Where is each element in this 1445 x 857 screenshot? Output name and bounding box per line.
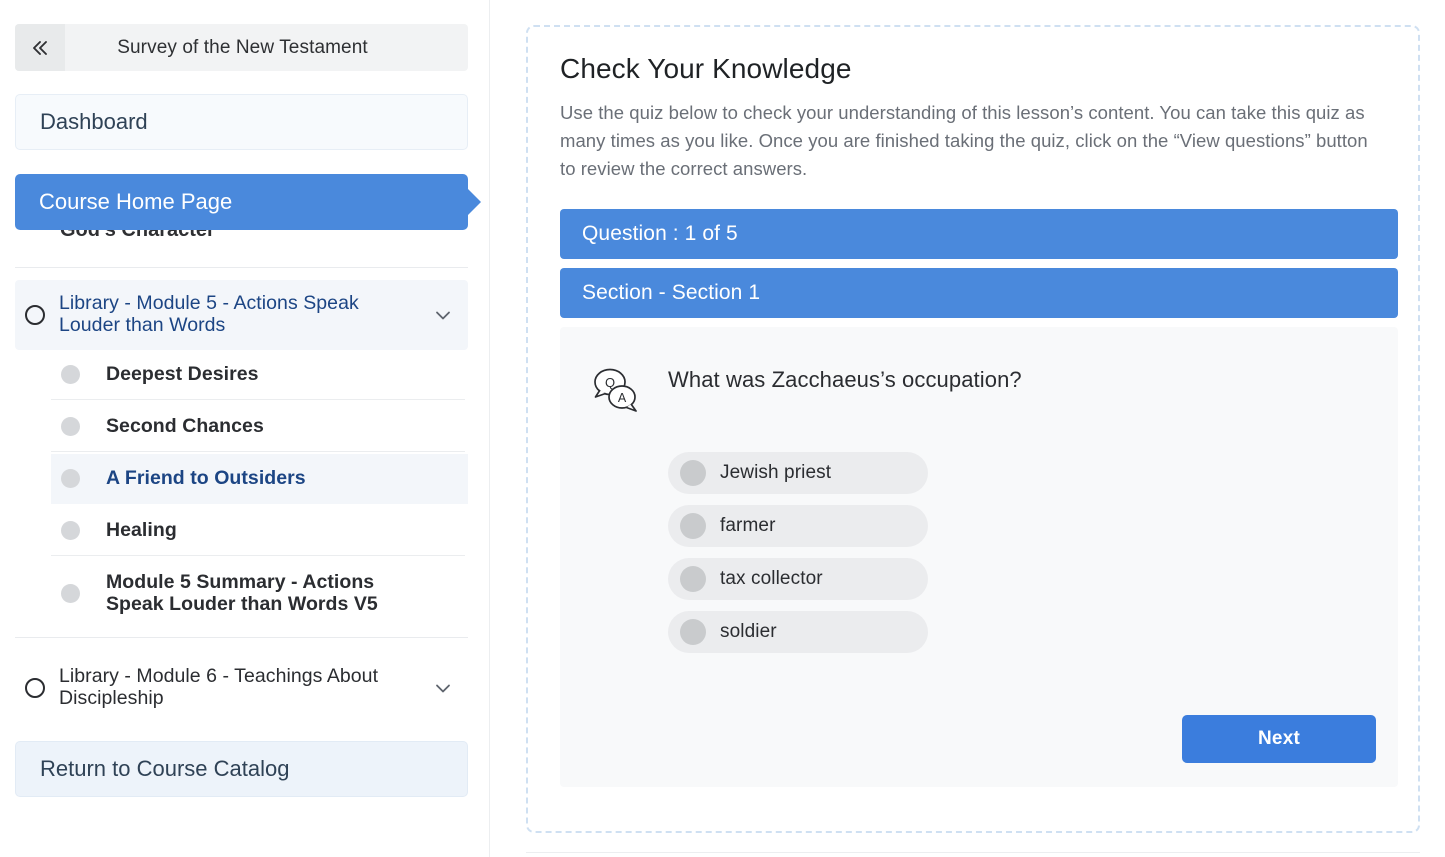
lesson-bullet-icon <box>61 469 80 488</box>
lesson-label: Module 5 Summary - Actions Speak Louder … <box>106 572 406 616</box>
answer-option[interactable]: soldier <box>668 611 928 653</box>
list-item-active[interactable]: A Friend to Outsiders <box>51 454 468 504</box>
section-banner: Section - Section 1 <box>560 268 1398 318</box>
answer-option[interactable]: tax collector <box>668 558 928 600</box>
chevron-down-icon[interactable] <box>432 677 454 699</box>
sidebar-module-6[interactable]: Library - Module 6 - Teachings About Dis… <box>15 653 468 723</box>
sidebar-item-dashboard[interactable]: Dashboard <box>15 94 468 150</box>
chevron-double-left-icon[interactable] <box>15 24 65 71</box>
question-header: Q A What was Zacchaeus’s occupation? <box>588 359 1370 422</box>
sidebar-divider <box>15 267 468 268</box>
question-progress-banner: Question : 1 of 5 <box>560 209 1398 259</box>
course-home-label: Course Home Page <box>39 189 232 215</box>
answer-option-label: farmer <box>720 515 776 537</box>
answer-option-label: tax collector <box>720 568 823 590</box>
course-title: Survey of the New Testament <box>65 37 468 59</box>
page-title: Check Your Knowledge <box>560 53 1386 85</box>
course-player-app: Survey of the New Testament Dashboard Go… <box>0 0 1445 857</box>
svg-text:A: A <box>618 391 627 405</box>
lesson-divider <box>51 451 465 452</box>
quiz-card: Q A What was Zacchaeus’s occupation? Jew… <box>560 327 1398 787</box>
lesson-bullet-icon <box>61 521 80 540</box>
lesson-bullet-icon <box>61 584 80 603</box>
lesson-content-panel: Check Your Knowledge Use the quiz below … <box>526 25 1420 833</box>
sidebar-module-5-label: Library - Module 5 - Actions Speak Loude… <box>59 293 422 337</box>
question-answer-bubbles-icon: Q A <box>588 361 644 422</box>
radio-icon[interactable] <box>680 513 706 539</box>
return-catalog-label: Return to Course Catalog <box>40 756 289 782</box>
lesson-label: Second Chances <box>106 416 264 438</box>
answer-option-label: soldier <box>720 621 777 643</box>
answer-option[interactable]: Jewish priest <box>668 452 928 494</box>
radio-icon[interactable] <box>680 619 706 645</box>
sidebar-item-course-home-page[interactable]: Course Home Page <box>15 174 468 230</box>
list-item[interactable]: Healing <box>51 506 468 556</box>
chevron-down-icon[interactable] <box>432 304 454 326</box>
lesson-bullet-icon <box>61 365 80 384</box>
radio-icon[interactable] <box>680 566 706 592</box>
sidebar-module-6-label: Library - Module 6 - Teachings About Dis… <box>59 666 422 710</box>
lesson-divider <box>51 555 465 556</box>
list-item[interactable]: Second Chances <box>51 402 468 452</box>
lesson-divider <box>51 399 465 400</box>
sidebar-divider <box>15 637 468 638</box>
course-header: Survey of the New Testament <box>15 24 468 71</box>
next-button[interactable]: Next <box>1182 715 1376 763</box>
course-sidebar: Survey of the New Testament Dashboard Go… <box>0 0 488 857</box>
dashboard-label: Dashboard <box>40 109 148 135</box>
sidebar-module-5[interactable]: Library - Module 5 - Actions Speak Loude… <box>15 280 468 350</box>
list-item[interactable]: Module 5 Summary - Actions Speak Louder … <box>51 558 468 630</box>
page-description: Use the quiz below to check your underst… <box>560 99 1386 183</box>
lesson-label: A Friend to Outsiders <box>106 468 306 490</box>
question-text: What was Zacchaeus’s occupation? <box>668 359 1022 393</box>
lesson-label: Healing <box>106 520 177 542</box>
lesson-label: Deepest Desires <box>106 364 259 386</box>
lesson-bullet-icon <box>61 417 80 436</box>
answer-option-label: Jewish priest <box>720 462 831 484</box>
pane-separator <box>489 0 490 857</box>
answer-option[interactable]: farmer <box>668 505 928 547</box>
sidebar-item-return-to-course-catalog[interactable]: Return to Course Catalog <box>15 741 468 797</box>
circle-outline-icon <box>25 305 45 325</box>
radio-icon[interactable] <box>680 460 706 486</box>
answer-options-list: Jewish priest farmer tax collector soldi… <box>588 452 1370 653</box>
bottom-rule <box>526 852 1420 853</box>
list-item[interactable]: Deepest Desires <box>51 350 468 400</box>
circle-outline-icon <box>25 678 45 698</box>
